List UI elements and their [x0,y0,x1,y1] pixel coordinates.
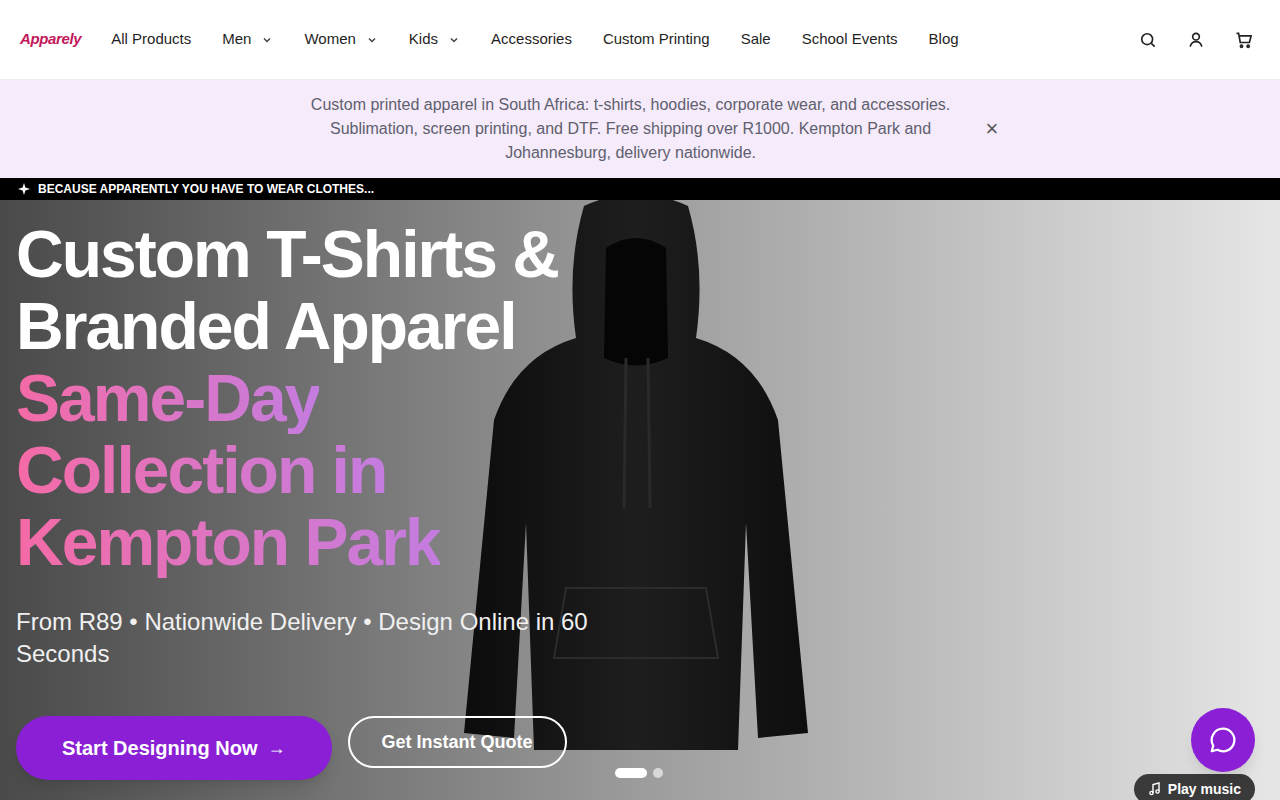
sparkle-icon [18,183,30,195]
hero-title: Custom T-Shirts &Branded ApparelSame-Day… [16,218,1280,578]
ticker-text: BECAUSE APPARENTLY YOU HAVE TO WEAR CLOT… [38,180,374,198]
music-note-icon[interactable] [1148,782,1162,796]
highlight-line: Same-Day [16,362,319,434]
play-music-button[interactable]: Play music [1134,774,1255,800]
play-music-label[interactable]: Play music [1168,779,1241,800]
banner-text: Custom printed apparel in South Africa: … [296,93,966,165]
main-nav: All Products Men Women Kids Accessories Custo… [111,28,958,51]
carousel-dot[interactable] [653,768,663,778]
title-line: Custom T-Shirts & [16,218,1280,290]
hero-content: Custom T-Shirts &Branded ApparelSame-Day… [0,200,1280,780]
nav-link[interactable]: All Products [111,28,191,51]
chat-bubble-icon[interactable] [1208,725,1238,755]
nav-label[interactable]: School Events [802,28,898,51]
nav-label[interactable]: Accessories [491,28,572,51]
nav-link[interactable]: Women [304,28,377,51]
ticker-bar: BECAUSE APPARENTLY YOU HAVE TO WEAR CLOT… [0,178,1280,200]
announcement-banner: Custom printed apparel in South Africa: … [0,80,1280,178]
carousel-dot[interactable] [615,768,647,778]
hero-buttons: Start Designing Now → Get Instant Quote [16,716,1280,780]
nav-link[interactable]: School Events [802,28,898,51]
carousel-dots [615,768,663,778]
highlight-row: Same-Day [16,362,1280,434]
instant-quote-button[interactable]: Get Instant Quote [348,716,567,768]
nav-label[interactable]: Blog [929,28,959,51]
nav-link[interactable]: Men [222,28,273,51]
highlight-line: Kempton Park [16,506,440,578]
nav-link[interactable]: Kids [409,28,460,51]
highlight-row: Kempton Park [16,506,1280,578]
hero-subtitle: From R89 • Nationwide Delivery • Design … [16,606,596,670]
user-icon[interactable] [1186,30,1206,50]
start-designing-button[interactable]: Start Designing Now → [16,716,332,780]
highlight-line: Collection in [16,434,386,506]
nav-label[interactable]: Women [304,28,355,51]
button-label[interactable]: Get Instant Quote [382,729,533,756]
nav-link[interactable]: Custom Printing [603,28,710,51]
site-header: Apparely All Products Men Women Kids Accessor… [0,0,1280,80]
hero: Custom T-Shirts &Branded ApparelSame-Day… [0,200,1280,800]
chat-button[interactable] [1191,708,1255,772]
title-line: Branded Apparel [16,290,1280,362]
cart-icon[interactable] [1234,30,1254,50]
nav-label[interactable]: All Products [111,28,191,51]
chevron-down-icon[interactable] [366,34,378,46]
chevron-down-icon[interactable] [261,34,273,46]
logo[interactable]: Apparely [20,28,81,51]
highlight-row: Collection in [16,434,1280,506]
nav-link[interactable]: Accessories [491,28,572,51]
nav-link[interactable]: Blog [929,28,959,51]
search-icon[interactable] [1138,30,1158,50]
nav-label[interactable]: Kids [409,28,438,51]
arrow-icon[interactable]: → [268,735,286,762]
chevron-down-icon[interactable] [448,34,460,46]
nav-link[interactable]: Sale [741,28,771,51]
button-label[interactable]: Start Designing Now [62,733,258,763]
close-button[interactable]: × [986,118,999,140]
nav-label[interactable]: Sale [741,28,771,51]
nav-label[interactable]: Men [222,28,251,51]
header-actions [1138,30,1254,50]
nav-label[interactable]: Custom Printing [603,28,710,51]
